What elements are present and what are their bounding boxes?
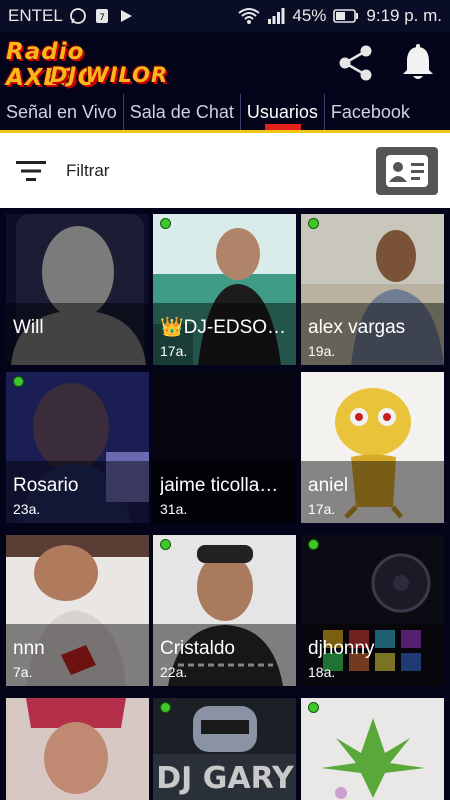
user-name: Rosario xyxy=(13,475,79,496)
online-indicator xyxy=(308,702,319,713)
user-photo xyxy=(6,698,149,800)
filter-icon[interactable] xyxy=(16,159,46,183)
bell-icon[interactable] xyxy=(400,43,436,83)
user-name: nnn xyxy=(13,638,45,659)
tab-label: Facebook xyxy=(330,101,410,122)
user-tile[interactable]: alex vargas 19a. xyxy=(301,214,444,365)
user-tile[interactable]: 👑DJ-EDSO… 17a. xyxy=(153,214,296,365)
online-indicator xyxy=(308,218,319,229)
carrier-label: ENTEL xyxy=(8,6,63,25)
user-tile[interactable]: Cristaldo 22a. xyxy=(153,535,296,686)
user-name: Cristaldo xyxy=(160,638,235,659)
user-grid: Will 👑DJ-EDSO… 17a. alex vargas 19a. Ros… xyxy=(0,208,450,800)
user-tile[interactable] xyxy=(6,698,149,800)
share-icon[interactable] xyxy=(336,43,376,83)
svg-text:7: 7 xyxy=(99,13,105,23)
battery-icon xyxy=(333,9,359,23)
user-age: 17a. xyxy=(160,343,188,359)
online-indicator xyxy=(308,539,319,550)
tab-usuarios[interactable]: Usuarios xyxy=(239,94,324,130)
user-tile[interactable]: nnn 7a. xyxy=(6,535,149,686)
user-age: 23a. xyxy=(13,501,41,517)
user-name: Will xyxy=(13,317,44,338)
tab-label: Señal en Vivo xyxy=(6,101,117,122)
user-age: 7a. xyxy=(13,664,33,680)
status-bar: ENTEL 7 45% 9:19 p. m. xyxy=(0,0,450,32)
play-icon xyxy=(120,10,132,22)
whatsapp-icon xyxy=(69,8,86,24)
logo-line-2: DJ WILOR xyxy=(50,63,169,87)
notification-icon: 7 xyxy=(95,9,108,23)
user-tile[interactable]: jaime ticolla… 31a. xyxy=(153,372,296,523)
user-tile[interactable]: Rosario 23a. xyxy=(6,372,149,523)
online-indicator xyxy=(13,376,24,387)
user-age: 18a. xyxy=(308,664,336,680)
tab-senal-en-vivo[interactable]: Señal en Vivo xyxy=(0,94,123,130)
tab-facebook[interactable]: Facebook xyxy=(323,94,416,130)
user-photo xyxy=(301,698,444,800)
app-logo: Radio AXESO DJ WILOR xyxy=(6,35,176,91)
user-name: jaime ticolla… xyxy=(160,475,279,496)
user-age: 22a. xyxy=(160,664,188,680)
user-age: 17a. xyxy=(308,501,336,517)
signal-icon xyxy=(268,8,285,24)
tab-label: Sala de Chat xyxy=(129,101,234,122)
tab-bar: Señal en Vivo Sala de Chat Usuarios Face… xyxy=(0,94,450,130)
contact-card-button[interactable] xyxy=(376,146,438,195)
user-tile[interactable]: DJ GARY xyxy=(153,698,296,800)
tab-sala-de-chat[interactable]: Sala de Chat xyxy=(122,94,240,130)
user-name: 👑DJ-EDSO… xyxy=(160,317,287,338)
online-indicator xyxy=(160,539,171,550)
battery-percent: 45% xyxy=(292,6,327,25)
clock: 9:19 p. m. xyxy=(366,6,442,25)
user-tile[interactable]: aniel 17a. xyxy=(301,372,444,523)
user-tile[interactable] xyxy=(301,698,444,800)
tab-label: Usuarios xyxy=(246,101,318,122)
contact-card-icon xyxy=(386,154,428,187)
filter-bar: Filtrar xyxy=(0,133,450,208)
user-tile[interactable]: djhonny 18a. xyxy=(301,535,444,686)
user-name: aniel xyxy=(308,475,349,496)
online-indicator xyxy=(160,218,171,229)
user-photo: DJ GARY xyxy=(153,698,296,800)
svg-text:DJ GARY: DJ GARY xyxy=(156,761,295,796)
app-bar: Radio AXESO DJ WILOR xyxy=(0,32,450,94)
user-age: 19a. xyxy=(308,343,336,359)
user-tile[interactable]: Will xyxy=(6,214,149,365)
wifi-icon xyxy=(238,8,260,24)
user-name: alex vargas xyxy=(308,317,406,338)
filter-label[interactable]: Filtrar xyxy=(66,161,109,181)
user-name: djhonny xyxy=(308,638,375,659)
online-indicator xyxy=(160,702,171,713)
user-age: 31a. xyxy=(160,501,188,517)
